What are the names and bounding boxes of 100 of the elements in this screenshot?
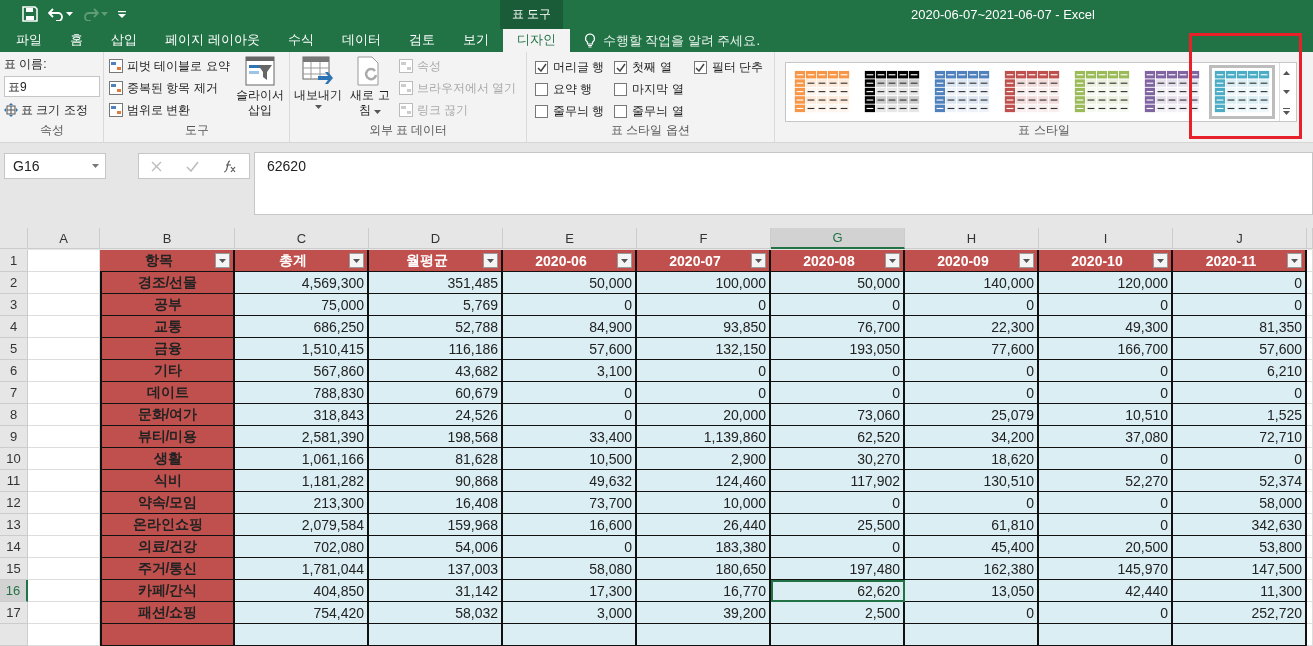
- column-header[interactable]: H: [905, 228, 1039, 249]
- tool-button[interactable]: 피벗 테이블로 요약: [108, 56, 230, 77]
- row-header[interactable]: 11: [0, 470, 28, 492]
- table-cell: 6,210: [1173, 360, 1307, 382]
- table-header-cell: 2020-10: [1039, 250, 1173, 272]
- filter-dropdown-button[interactable]: [215, 253, 230, 268]
- row-header[interactable]: 3: [0, 294, 28, 316]
- tell-me-field[interactable]: 수행할 작업을 알려 주세요.: [600, 31, 791, 49]
- style-option-checkbox[interactable]: 머리글 행: [535, 56, 605, 79]
- table-cell: 뷰티/미용: [100, 426, 235, 448]
- filter-dropdown-button[interactable]: [1019, 253, 1034, 268]
- style-option-checkbox[interactable]: 줄무늬 열: [614, 100, 684, 123]
- ribbon-tab[interactable]: 홈: [56, 28, 97, 53]
- ribbon-tab[interactable]: 수식: [273, 28, 328, 53]
- checkbox[interactable]: [693, 60, 707, 74]
- filter-dropdown-button[interactable]: [349, 253, 364, 268]
- table-cell: 0: [905, 294, 1039, 316]
- row-header[interactable]: 10: [0, 448, 28, 470]
- table-cell: 116,186: [369, 338, 503, 360]
- checkbox[interactable]: [614, 60, 628, 74]
- ribbon-tab[interactable]: 삽입: [97, 28, 151, 53]
- column-header[interactable]: B: [100, 228, 235, 249]
- row-header[interactable]: 15: [0, 558, 28, 580]
- row-header[interactable]: 1: [0, 250, 28, 272]
- table-name-label: 표 이름:: [4, 56, 48, 74]
- table-cell: 17,300: [503, 580, 637, 602]
- table-header-cell: 항목: [100, 250, 235, 272]
- column-header[interactable]: E: [503, 228, 637, 249]
- column-header[interactable]: F: [637, 228, 771, 249]
- resize-table-button[interactable]: 표 크기 조정: [4, 100, 100, 121]
- table-cell: 기타: [100, 360, 235, 382]
- table-cell: 31,142: [369, 580, 503, 602]
- table-header-cell: 2020-06: [503, 250, 637, 272]
- style-option-checkbox[interactable]: 마지막 열: [614, 78, 684, 101]
- table-cell: 197,480: [771, 558, 905, 580]
- column-header[interactable]: J: [1173, 228, 1307, 249]
- refresh-button[interactable]: 새로 고침: [346, 56, 394, 123]
- sheet-cell: [28, 360, 100, 382]
- ribbon-tab[interactable]: 디자인: [502, 28, 570, 53]
- checkbox[interactable]: [614, 104, 628, 118]
- ribbon-tab[interactable]: 페이지 레이아웃: [151, 28, 274, 53]
- export-button[interactable]: 내보내기: [294, 56, 342, 123]
- table-cell: 180,650: [637, 558, 771, 580]
- row-header[interactable]: 5: [0, 338, 28, 360]
- formula-field[interactable]: 62620: [254, 152, 1313, 215]
- table-cell: 온라인쇼핑: [100, 514, 235, 536]
- table-cell: 62,520: [771, 426, 905, 448]
- caret-icon: [1291, 258, 1298, 263]
- ribbon-tab[interactable]: 검토: [394, 28, 449, 53]
- row-header[interactable]: 14: [0, 536, 28, 558]
- table-cell: 데이트: [100, 382, 235, 404]
- caret-icon: [92, 164, 99, 169]
- column-header[interactable]: G: [771, 228, 905, 249]
- row-header[interactable]: 6: [0, 360, 28, 382]
- table-cell: 52,374: [1173, 470, 1307, 492]
- ribbon-tab[interactable]: 데이터: [327, 28, 395, 53]
- table-style-swatch[interactable]: [1209, 65, 1275, 120]
- filter-dropdown-button[interactable]: [483, 253, 498, 268]
- column-header[interactable]: I: [1039, 228, 1173, 249]
- style-option-checkbox[interactable]: 필터 단추: [693, 56, 764, 79]
- row-header[interactable]: 12: [0, 492, 28, 514]
- filter-dropdown-button[interactable]: [617, 253, 632, 268]
- filter-dropdown-button[interactable]: [751, 253, 766, 268]
- filter-dropdown-button[interactable]: [1287, 253, 1302, 268]
- tool-button[interactable]: 중복된 항목 제거: [108, 78, 230, 99]
- table-name-field[interactable]: 표9: [4, 76, 100, 98]
- row-header[interactable]: 17: [0, 602, 28, 624]
- filter-dropdown-button[interactable]: [885, 253, 900, 268]
- table-cell: 57,600: [503, 338, 637, 360]
- row-header[interactable]: 9: [0, 426, 28, 448]
- row-header[interactable]: 16: [0, 580, 28, 602]
- column-header[interactable]: C: [235, 228, 369, 249]
- style-option-checkbox[interactable]: 요약 행: [535, 78, 605, 101]
- row-header[interactable]: 7: [0, 382, 28, 404]
- insert-slicer-button[interactable]: 슬라이서 삽입: [235, 56, 284, 123]
- column-header[interactable]: D: [369, 228, 503, 249]
- table-cell: 62,620: [771, 580, 905, 602]
- checkbox[interactable]: [535, 82, 548, 96]
- table-cell: 10,500: [503, 448, 637, 470]
- style-option-checkbox[interactable]: 줄무늬 행: [535, 100, 605, 123]
- table-cell: 54,006: [369, 536, 503, 558]
- row-header[interactable]: 4: [0, 316, 28, 338]
- row-header[interactable]: 2: [0, 272, 28, 294]
- sheet-cell: [28, 558, 100, 580]
- table-cell: 61,810: [905, 514, 1039, 536]
- checkbox[interactable]: [535, 60, 548, 74]
- checkbox[interactable]: [614, 82, 628, 96]
- row-header[interactable]: 8: [0, 404, 28, 426]
- function-icon[interactable]: [223, 159, 237, 173]
- table-cell: 50,000: [771, 272, 905, 294]
- column-header[interactable]: A: [28, 228, 100, 249]
- checkbox[interactable]: [535, 104, 548, 118]
- ribbon-tab[interactable]: 보기: [448, 28, 503, 53]
- row-header[interactable]: 13: [0, 514, 28, 536]
- ribbon-tab[interactable]: 파일: [2, 28, 56, 53]
- style-option-checkbox[interactable]: 첫째 열: [614, 56, 684, 79]
- tool-button[interactable]: 범위로 변환: [108, 100, 230, 121]
- caret-icon: [353, 258, 360, 263]
- filter-dropdown-button[interactable]: [1153, 253, 1168, 268]
- name-box[interactable]: G16: [4, 153, 106, 180]
